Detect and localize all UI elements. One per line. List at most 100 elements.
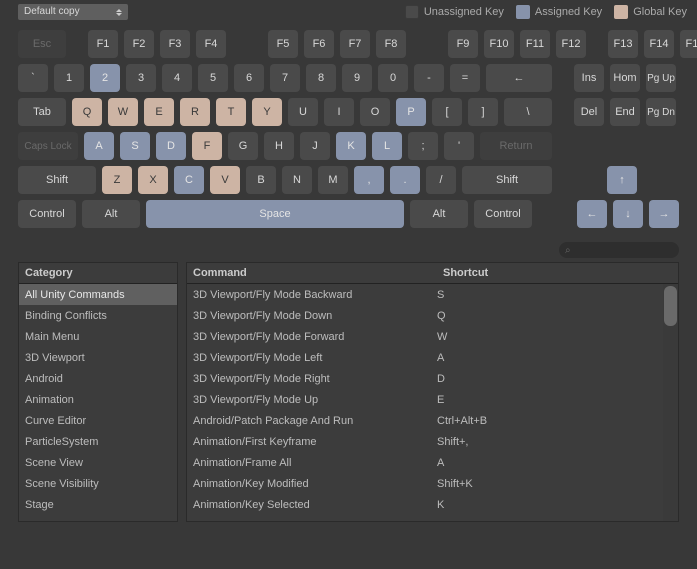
key-0[interactable]: 0 (378, 64, 408, 92)
key-f2[interactable]: F2 (124, 30, 154, 58)
key-f1[interactable]: F1 (88, 30, 118, 58)
key-alt-right[interactable]: Alt (410, 200, 468, 228)
shortcut-header[interactable]: Shortcut (437, 263, 678, 283)
command-row[interactable]: 3D Viewport/Fly Mode BackwardS (187, 284, 678, 305)
key-quote[interactable]: ' (444, 132, 474, 160)
key-pgup[interactable]: Pg Up (646, 64, 676, 92)
category-item[interactable]: Scene View (19, 452, 177, 473)
key-pgdn[interactable]: Pg Dn (646, 98, 676, 126)
key-del[interactable]: Del (574, 98, 604, 126)
key-f12[interactable]: F12 (556, 30, 586, 58)
key-alt-left[interactable]: Alt (82, 200, 140, 228)
command-row[interactable]: Android/Patch Package And RunCtrl+Alt+B (187, 410, 678, 431)
key-q[interactable]: Q (72, 98, 102, 126)
key-e[interactable]: E (144, 98, 174, 126)
key-right[interactable]: → (649, 200, 679, 228)
key-f4[interactable]: F4 (196, 30, 226, 58)
command-row[interactable]: Animation/First KeyframeShift+, (187, 431, 678, 452)
category-item[interactable]: Scene Visibility (19, 473, 177, 494)
key-lbracket[interactable]: [ (432, 98, 462, 126)
key-f5[interactable]: F5 (268, 30, 298, 58)
scroll-thumb-icon[interactable] (664, 286, 677, 326)
command-scrollbar[interactable] (663, 284, 678, 521)
key-up[interactable]: ↑ (607, 166, 637, 194)
command-header[interactable]: Command (187, 263, 437, 283)
key-f7[interactable]: F7 (340, 30, 370, 58)
key-5[interactable]: 5 (198, 64, 228, 92)
key-d[interactable]: D (156, 132, 186, 160)
key-a[interactable]: A (84, 132, 114, 160)
command-row[interactable]: Animation/Key SelectedK (187, 494, 678, 515)
key-return[interactable]: Return (480, 132, 552, 160)
key-i[interactable]: I (324, 98, 354, 126)
key-f13[interactable]: F13 (608, 30, 638, 58)
category-item[interactable]: Main Menu (19, 326, 177, 347)
key-2[interactable]: 2 (90, 64, 120, 92)
key-v[interactable]: V (210, 166, 240, 194)
key-down[interactable]: ↓ (613, 200, 643, 228)
key-slash[interactable]: / (426, 166, 456, 194)
key-b[interactable]: B (246, 166, 276, 194)
key-semicolon[interactable]: ; (408, 132, 438, 160)
category-item[interactable]: Curve Editor (19, 410, 177, 431)
command-row[interactable]: Animation/Frame AllA (187, 452, 678, 473)
key-3[interactable]: 3 (126, 64, 156, 92)
category-item[interactable]: Animation (19, 389, 177, 410)
key-rbracket[interactable]: ] (468, 98, 498, 126)
category-header[interactable]: Category (19, 263, 177, 283)
key-tab[interactable]: Tab (18, 98, 66, 126)
key-shift-left[interactable]: Shift (18, 166, 96, 194)
key-space[interactable]: Space (146, 200, 404, 228)
key-ctrl-right[interactable]: Control (474, 200, 532, 228)
key-h[interactable]: H (264, 132, 294, 160)
key-m[interactable]: M (318, 166, 348, 194)
command-row[interactable]: Animation/Key ModifiedShift+K (187, 473, 678, 494)
command-row[interactable]: 3D Viewport/Fly Mode ForwardW (187, 326, 678, 347)
key-f14[interactable]: F14 (644, 30, 674, 58)
key-s[interactable]: S (120, 132, 150, 160)
key-capslock[interactable]: Caps Lock (18, 132, 78, 160)
key-period[interactable]: . (390, 166, 420, 194)
command-row[interactable]: 3D Viewport/Fly Mode DownQ (187, 305, 678, 326)
key-o[interactable]: O (360, 98, 390, 126)
key-backspace[interactable]: ← (486, 64, 552, 92)
category-item[interactable]: Binding Conflicts (19, 305, 177, 326)
key-equals[interactable]: = (450, 64, 480, 92)
key-f[interactable]: F (192, 132, 222, 160)
category-item[interactable]: Stage (19, 494, 177, 515)
category-item[interactable]: 3D Viewport (19, 347, 177, 368)
category-item[interactable]: Android (19, 368, 177, 389)
key-end[interactable]: End (610, 98, 640, 126)
key-ins[interactable]: Ins (574, 64, 604, 92)
category-item[interactable]: ParticleSystem (19, 431, 177, 452)
key-7[interactable]: 7 (270, 64, 300, 92)
key-backtick[interactable]: ` (18, 64, 48, 92)
key-z[interactable]: Z (102, 166, 132, 194)
key-home[interactable]: Hom (610, 64, 640, 92)
command-row[interactable]: 3D Viewport/Fly Mode UpE (187, 389, 678, 410)
key-f8[interactable]: F8 (376, 30, 406, 58)
key-minus[interactable]: - (414, 64, 444, 92)
key-t[interactable]: T (216, 98, 246, 126)
key-u[interactable]: U (288, 98, 318, 126)
key-shift-right[interactable]: Shift (462, 166, 552, 194)
key-g[interactable]: G (228, 132, 258, 160)
key-1[interactable]: 1 (54, 64, 84, 92)
profile-dropdown[interactable]: Default copy (18, 4, 128, 20)
key-9[interactable]: 9 (342, 64, 372, 92)
key-k[interactable]: K (336, 132, 366, 160)
key-f11[interactable]: F11 (520, 30, 550, 58)
key-p[interactable]: P (396, 98, 426, 126)
key-4[interactable]: 4 (162, 64, 192, 92)
command-row[interactable]: 3D Viewport/Fly Mode LeftA (187, 347, 678, 368)
key-l[interactable]: L (372, 132, 402, 160)
key-y[interactable]: Y (252, 98, 282, 126)
key-x[interactable]: X (138, 166, 168, 194)
key-f9[interactable]: F9 (448, 30, 478, 58)
category-item[interactable]: All Unity Commands (19, 284, 177, 305)
key-f6[interactable]: F6 (304, 30, 334, 58)
key-r[interactable]: R (180, 98, 210, 126)
key-6[interactable]: 6 (234, 64, 264, 92)
key-f10[interactable]: F10 (484, 30, 514, 58)
key-ctrl-left[interactable]: Control (18, 200, 76, 228)
